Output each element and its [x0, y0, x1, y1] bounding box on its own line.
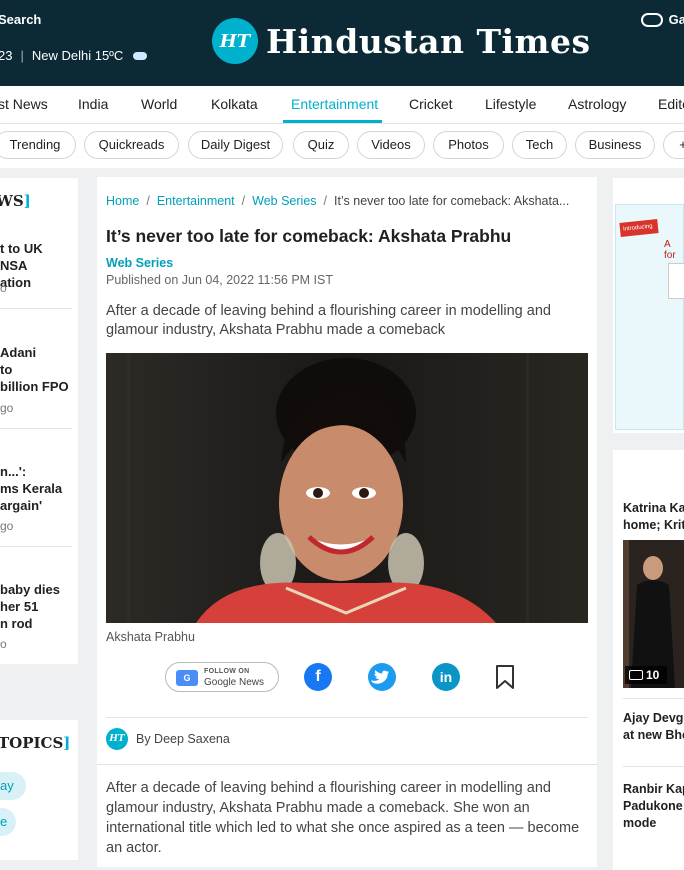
advertisement[interactable]: Introducing Afor [613, 178, 684, 433]
latest-news-heading: WS] [0, 192, 31, 210]
pill-more[interactable]: + [663, 131, 684, 159]
date-text: 23 [0, 48, 13, 63]
photo-illustration [106, 353, 588, 623]
breadcrumb-home[interactable]: Home [106, 194, 139, 208]
article-card: Home / Entertainment / Web Series / It’s never… [97, 177, 597, 867]
related-story-title[interactable]: Ajay Devgnat new Bho [623, 710, 684, 744]
article-body: After a decade of leaving behind a flour… [106, 780, 580, 856]
author-name[interactable]: By Deep Saxena [136, 732, 230, 746]
nav-item-india[interactable]: India [78, 96, 108, 112]
nav-item-latest-news[interactable]: st News [0, 96, 48, 112]
linkedin-icon[interactable]: in [432, 663, 460, 691]
trending-topics-heading: TOPICS] [0, 734, 71, 752]
logo-wordmark: Hindustan Times [266, 21, 591, 61]
separator: | [20, 48, 24, 63]
news-item[interactable]: baby dies her 51 n rod [0, 581, 72, 632]
news-time: go [0, 401, 14, 415]
nav-item-editorial[interactable]: Edito [658, 96, 684, 112]
pill-trending[interactable]: Trending [0, 131, 76, 159]
cloud-icon [133, 51, 148, 60]
news-time: o [0, 637, 7, 651]
divider [97, 764, 597, 765]
photo-caption: Akshata Prabhu [106, 630, 195, 644]
bookmark-icon[interactable] [495, 664, 515, 690]
ad-creative: Introducing Afor [615, 204, 684, 430]
games-label: Ga [668, 12, 684, 27]
pill-business[interactable]: Business [575, 131, 655, 159]
ad-title: Afor [664, 239, 676, 261]
divider [0, 308, 72, 309]
site-header: Search 23 | New Delhi 15ºC HT Hindustan … [0, 0, 684, 86]
nav-item-lifestyle[interactable]: Lifestyle [485, 96, 536, 112]
news-item[interactable]: Adani to billion FPO [0, 344, 72, 395]
follow-on-label: FOLLOW ON [204, 668, 250, 675]
ht-author-icon: HT [106, 728, 128, 750]
author-byline: HT By Deep Saxena [106, 728, 230, 750]
camera-icon [629, 670, 643, 680]
google-news-follow-button[interactable]: G FOLLOW ON Google News [165, 662, 279, 692]
breadcrumb-entertainment[interactable]: Entertainment [157, 194, 235, 208]
divider [623, 766, 684, 767]
google-news-icon: G [176, 670, 198, 686]
topic-pills: Trending Quickreads Daily Digest Quiz Vi… [0, 124, 684, 168]
pill-quickreads[interactable]: Quickreads [84, 131, 179, 159]
published-date: Published on Jun 04, 2022 11:56 PM IST [106, 273, 334, 287]
facebook-icon[interactable]: f [304, 663, 332, 691]
pill-daily-digest[interactable]: Daily Digest [188, 131, 283, 159]
pill-videos[interactable]: Videos [357, 131, 425, 159]
section-link[interactable]: Web Series [106, 256, 173, 270]
nav-item-cricket[interactable]: Cricket [409, 96, 453, 112]
news-time: o [0, 281, 7, 295]
main-nav: st News India World Kolkata Entertainmen… [0, 86, 684, 124]
divider [0, 546, 72, 547]
weather-widget: 23 | New Delhi 15ºC [0, 48, 148, 63]
google-news-label: Google News [204, 677, 265, 688]
article-headline: It’s never too late for comeback: Akshat… [106, 226, 512, 246]
breadcrumb: Home / Entertainment / Web Series / It’s never… [106, 194, 570, 208]
divider [0, 428, 72, 429]
divider [623, 698, 684, 699]
games-link[interactable]: Ga [640, 12, 684, 27]
news-time: go [0, 519, 14, 533]
weather-text: New Delhi 15ºC [31, 48, 124, 63]
search-button[interactable]: Search [0, 12, 41, 27]
related-story-title[interactable]: Ranbir KapPadukone gmode [623, 781, 684, 832]
news-item[interactable]: n...': ms Kerala argain' [0, 463, 72, 514]
related-stories-card: Katrina Kahome; Krit 10 Ajay Devgnat new… [613, 450, 684, 870]
article-photo [106, 353, 588, 623]
twitter-icon[interactable] [368, 663, 396, 691]
breadcrumb-current: It’s never too late for comeback: Akshat… [334, 194, 570, 208]
trending-topics-card: TOPICS] ay e [0, 720, 78, 860]
pill-quiz[interactable]: Quiz [293, 131, 349, 159]
news-item[interactable]: t to UK NSA ation [0, 240, 72, 291]
article-summary: After a decade of leaving behind a flour… [106, 303, 551, 338]
nav-item-world[interactable]: World [141, 96, 177, 112]
ad-product-image [668, 263, 684, 299]
gamepad-icon [640, 12, 663, 27]
ht-logo-badge: HT [212, 18, 258, 64]
pill-tech[interactable]: Tech [512, 131, 567, 159]
nav-item-astrology[interactable]: Astrology [568, 96, 626, 112]
active-tab-indicator [283, 120, 382, 123]
ad-badge: Introducing [619, 219, 659, 237]
pill-photos[interactable]: Photos [433, 131, 504, 159]
nav-item-entertainment[interactable]: Entertainment [291, 96, 378, 112]
nav-item-kolkata[interactable]: Kolkata [211, 96, 258, 112]
share-bar: G FOLLOW ON Google News f in [97, 662, 597, 702]
topic-chip[interactable]: e [0, 808, 16, 836]
topic-chip[interactable]: ay [0, 772, 26, 800]
latest-news-card: WS] t to UK NSA ation o Adani to billion FP… [0, 178, 78, 664]
related-story-title[interactable]: Katrina Ka home; Krit [623, 500, 684, 534]
photo-count-badge: 10 [625, 666, 667, 684]
breadcrumb-web-series[interactable]: Web Series [252, 194, 316, 208]
divider [106, 717, 588, 718]
site-logo[interactable]: HT Hindustan Times [212, 18, 591, 64]
